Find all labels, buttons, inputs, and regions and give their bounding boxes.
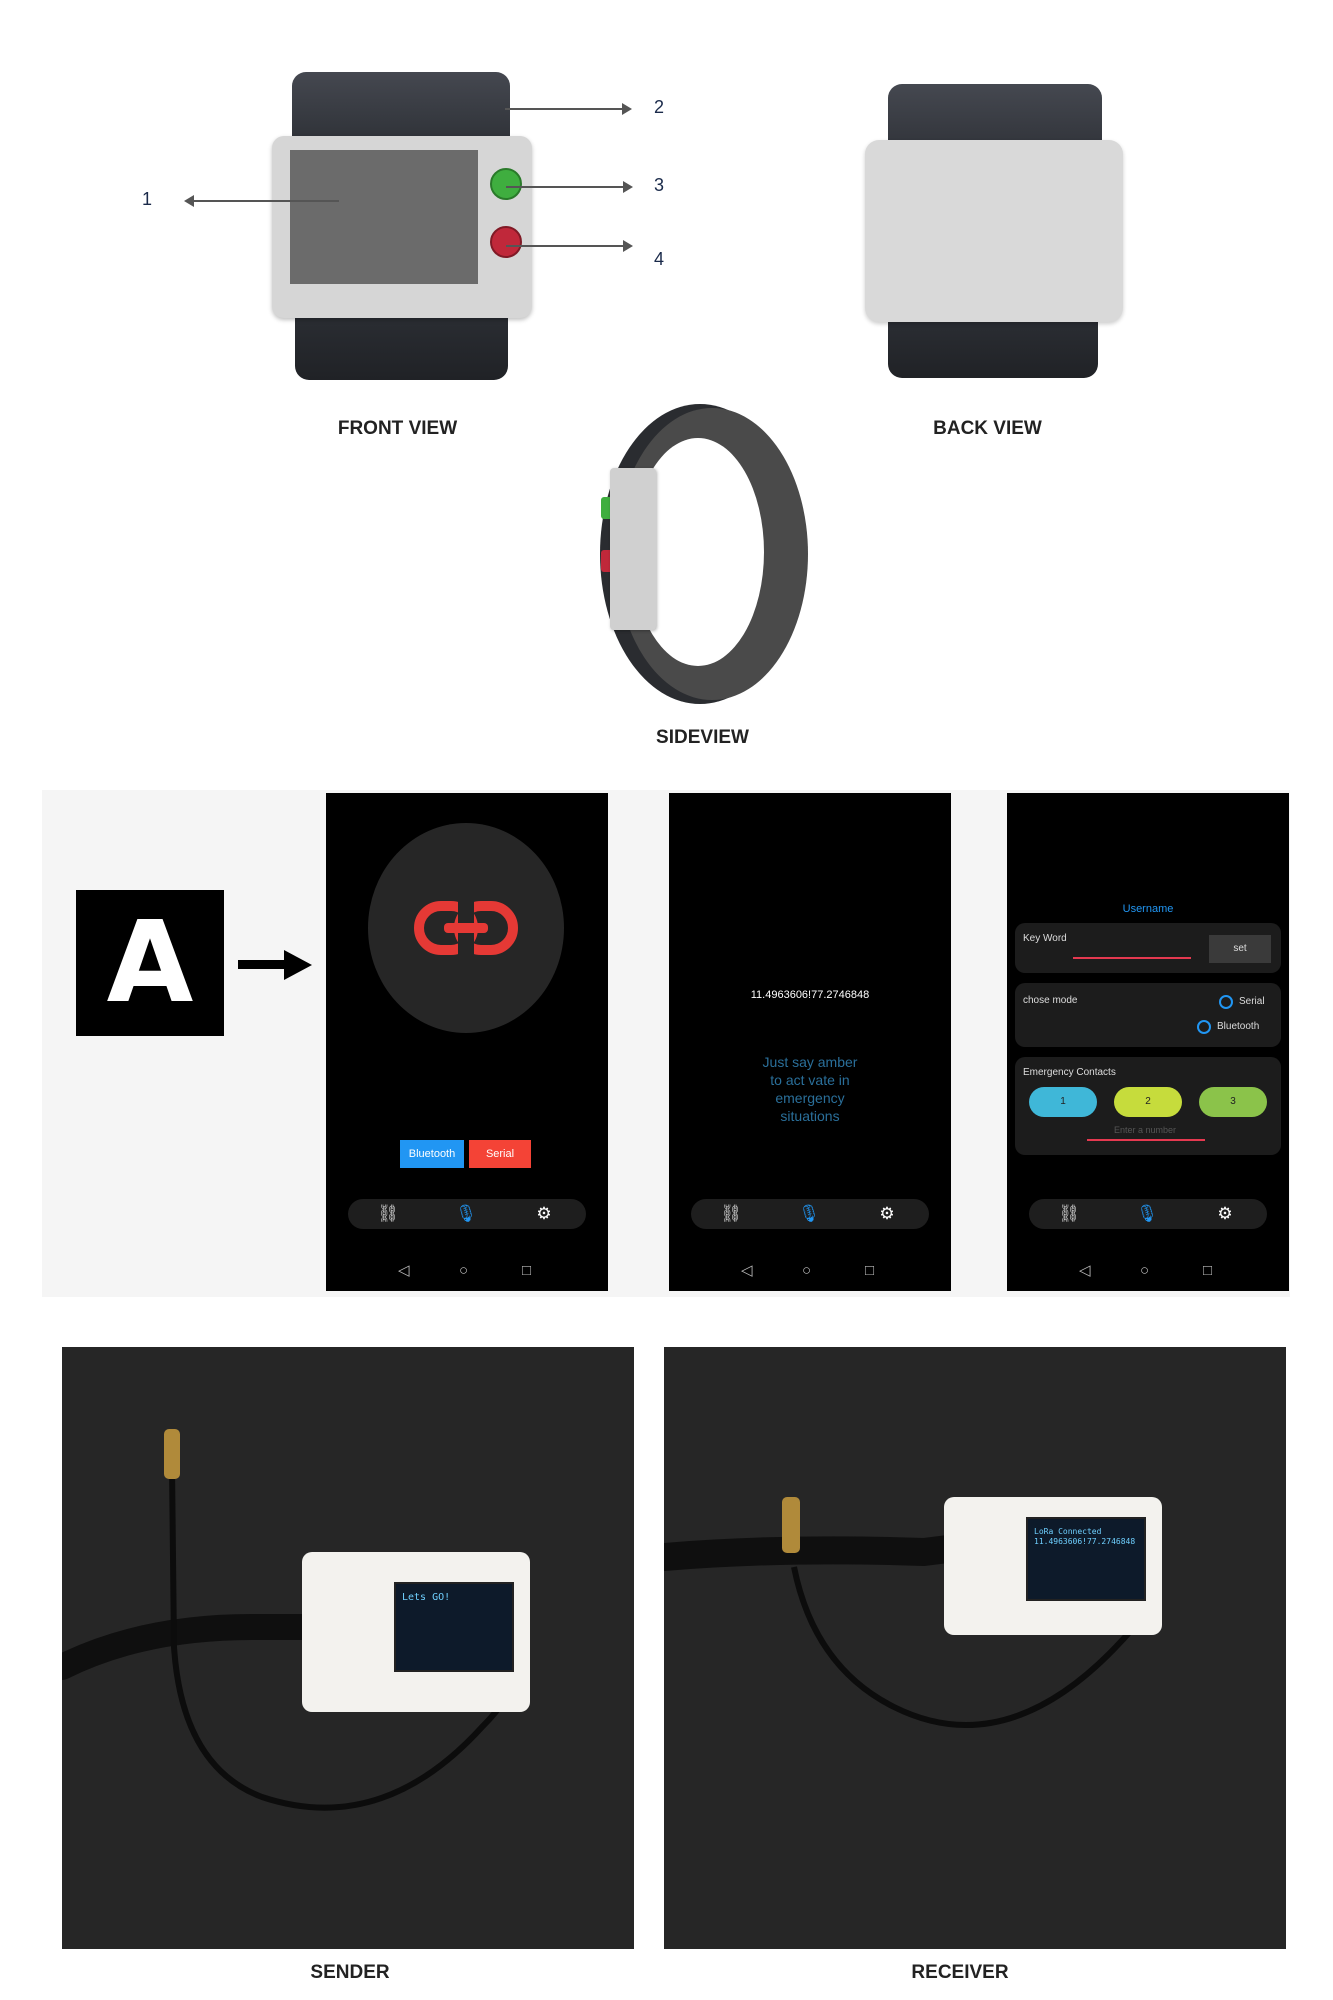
- nav-gear-icon[interactable]: ⚙: [532, 1203, 556, 1225]
- watch-band-top: [292, 72, 510, 142]
- receiver-caption: RECEIVER: [911, 1962, 1009, 1983]
- marker-arrow-line: [238, 960, 286, 969]
- callout-1-line: [194, 200, 339, 202]
- bottom-nav: ⛓ 🎙 ⚙: [348, 1199, 586, 1229]
- bluetooth-radio[interactable]: [1197, 1020, 1211, 1034]
- nav-microphone-icon[interactable]: 🎙: [454, 1203, 478, 1225]
- contact-1-button[interactable]: 1: [1029, 1087, 1097, 1117]
- contact-2-button[interactable]: 2: [1114, 1087, 1182, 1117]
- keyword-label: Key Word: [1023, 933, 1067, 944]
- home-icon[interactable]: ○: [459, 1259, 468, 1283]
- marker-arrow-head: [284, 950, 312, 980]
- sender-oled: Lets GO!: [394, 1582, 514, 1672]
- contacts-label: Emergency Contacts: [1023, 1067, 1116, 1078]
- receiver-oled: LoRa Connected 11.4963606!77.2746848: [1026, 1517, 1146, 1601]
- nav-link-icon[interactable]: ⛓: [376, 1203, 400, 1225]
- watch-screen: [290, 150, 478, 284]
- nav-gear-icon[interactable]: ⚙: [1213, 1203, 1237, 1225]
- sender-photo: Lets GO!: [62, 1347, 634, 1949]
- callout-3-arrowhead: [623, 181, 633, 193]
- green-button: [490, 168, 522, 200]
- number-placeholder: Enter a number: [1113, 1125, 1177, 1135]
- keyword-card: Key Word set: [1015, 923, 1281, 973]
- nav-microphone-icon[interactable]: 🎙: [797, 1203, 821, 1225]
- contacts-card: Emergency Contacts 1 2 3 Enter a number: [1015, 1057, 1281, 1155]
- back-view-caption: BACK VIEW: [933, 418, 1042, 439]
- receiver-cables: [664, 1497, 1137, 1728]
- callout-4-line: [506, 245, 624, 247]
- phone-screen-location: 11.4963606!77.2746848 Just say amber to …: [669, 793, 951, 1291]
- back-icon[interactable]: ◁: [398, 1259, 410, 1283]
- callout-4-arrowhead: [623, 240, 633, 252]
- bottom-nav: ⛓ 🎙 ⚙: [1029, 1199, 1267, 1229]
- back-icon[interactable]: ◁: [741, 1259, 753, 1283]
- marker-a-box: A: [76, 890, 224, 1036]
- serial-button[interactable]: Serial: [469, 1140, 531, 1168]
- system-nav-bar: ◁ ○ □: [326, 1259, 608, 1283]
- callout-1-label: 1: [142, 189, 153, 209]
- callout-2-arrowhead: [622, 103, 632, 115]
- callout-3-line: [506, 186, 624, 188]
- phone-screen-connect: Bluetooth Serial ⛓ 🎙 ⚙ ◁ ○ □: [326, 793, 608, 1291]
- receiver-photo: LoRa Connected 11.4963606!77.2746848: [664, 1347, 1286, 1949]
- recents-icon[interactable]: □: [865, 1259, 874, 1283]
- receiver-oled-text: LoRa Connected 11.4963606!77.2746848: [1034, 1527, 1136, 1546]
- side-view-caption: SIDEVIEW: [656, 727, 749, 748]
- back-icon[interactable]: ◁: [1079, 1259, 1091, 1283]
- mode-label: chose mode: [1023, 995, 1078, 1006]
- coordinates-text: 11.4963606!77.2746848: [750, 989, 870, 1001]
- marker-a-letter: A: [106, 898, 194, 1028]
- back-case: [865, 140, 1123, 322]
- callout-1-arrowhead: [184, 195, 194, 207]
- system-nav-bar: ◁ ○ □: [669, 1259, 951, 1283]
- callout-2-label: 2: [654, 97, 665, 117]
- sender-caption: SENDER: [310, 1962, 390, 1983]
- voice-hint-text: Just say amber to act vate in emergency …: [762, 1054, 858, 1124]
- nav-link-icon[interactable]: ⛓: [719, 1203, 743, 1225]
- number-input[interactable]: [1087, 1139, 1205, 1141]
- red-button: [490, 226, 522, 258]
- username-text: Username: [1122, 903, 1174, 915]
- bluetooth-radio-label: Bluetooth: [1217, 1021, 1260, 1032]
- phone-screen-settings: Username Key Word set chose mode Serial …: [1007, 793, 1289, 1291]
- bottom-nav: ⛓ 🎙 ⚙: [691, 1199, 929, 1229]
- recents-icon[interactable]: □: [522, 1259, 531, 1283]
- callout-4-label: 4: [654, 249, 665, 269]
- home-icon[interactable]: ○: [802, 1259, 811, 1283]
- nav-gear-icon[interactable]: ⚙: [875, 1203, 899, 1225]
- system-nav-bar: ◁ ○ □: [1007, 1259, 1289, 1283]
- nav-link-icon[interactable]: ⛓: [1057, 1203, 1081, 1225]
- sender-board: Lets GO!: [302, 1552, 530, 1712]
- nav-microphone-icon[interactable]: 🎙: [1135, 1203, 1159, 1225]
- link-icon: [414, 901, 518, 955]
- set-button[interactable]: set: [1209, 935, 1271, 963]
- front-view-caption: FRONT VIEW: [337, 418, 458, 439]
- side-case: [610, 468, 656, 630]
- receiver-board: LoRa Connected 11.4963606!77.2746848: [944, 1497, 1162, 1635]
- mode-card: chose mode Serial Bluetooth: [1015, 983, 1281, 1047]
- serial-radio[interactable]: [1219, 995, 1233, 1009]
- home-icon[interactable]: ○: [1140, 1259, 1149, 1283]
- callout-2-line: [505, 108, 623, 110]
- sender-oled-text: Lets GO!: [402, 1592, 451, 1603]
- keyword-input[interactable]: [1073, 957, 1191, 959]
- callout-3-label: 3: [654, 175, 665, 195]
- serial-radio-label: Serial: [1239, 996, 1265, 1007]
- contact-3-button[interactable]: 3: [1199, 1087, 1267, 1117]
- recents-icon[interactable]: □: [1203, 1259, 1212, 1283]
- bluetooth-button[interactable]: Bluetooth: [400, 1140, 464, 1168]
